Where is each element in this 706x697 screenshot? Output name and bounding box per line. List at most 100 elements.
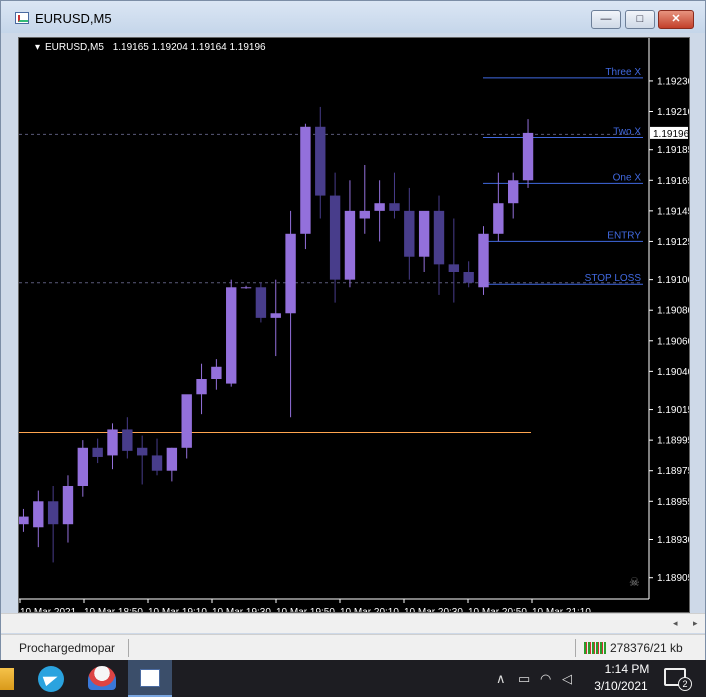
time-tick-label: 10 Mar 18:50: [84, 607, 143, 612]
chart-header: EURUSD,M5 1.19165 1.19204 1.19164 1.1919…: [45, 42, 266, 53]
candle-body: [329, 195, 341, 280]
status-profile: Prochargedmopar: [11, 639, 129, 657]
traffic-label: 278376/21 kb: [610, 641, 683, 655]
price-tick-label: 1.18995: [657, 436, 689, 447]
current-price-label: 1.19196: [653, 129, 689, 140]
file-explorer-icon[interactable]: [0, 668, 14, 690]
candle-body: [181, 394, 192, 448]
chart-header-prices: 1.19165 1.19204 1.19164 1.19196: [113, 42, 266, 53]
candle-body: [122, 429, 133, 451]
price-tick-label: 1.19230: [657, 76, 689, 87]
status-connection: 278376/21 kb: [575, 639, 697, 657]
candle-body: [196, 379, 207, 395]
candle-body: [92, 447, 103, 457]
candle: [166, 447, 178, 482]
candle: [33, 490, 44, 548]
candle: [507, 172, 519, 219]
candle-body: [240, 287, 252, 289]
grid-layer: [19, 133, 643, 433]
candle-body: [478, 233, 489, 288]
candle-body: [463, 272, 474, 283]
price-tick-label: 1.18975: [657, 466, 689, 477]
window-title: EURUSD,M5: [35, 11, 112, 26]
candle-body: [33, 501, 44, 528]
candles-layer: [18, 106, 534, 563]
notification-count: 2: [678, 677, 692, 691]
parachute-app-icon[interactable]: [88, 666, 116, 690]
candle-body: [359, 210, 370, 219]
price-tick-label: 1.19125: [657, 237, 689, 248]
time-tick-label: 10 Mar 2021: [20, 607, 77, 612]
candle: [359, 165, 370, 234]
horizontal-scrollbar[interactable]: ◂ ▸: [1, 613, 705, 633]
price-tick-label: 1.19015: [657, 405, 689, 416]
candle: [122, 417, 133, 459]
candle: [181, 394, 192, 459]
price-tick-label: 1.19100: [657, 275, 689, 286]
price-tick-label: 1.19060: [657, 336, 689, 347]
scroll-left-icon[interactable]: ◂: [673, 618, 678, 629]
candle-body: [315, 126, 326, 196]
candle-body: [107, 429, 118, 456]
candle: [211, 359, 222, 390]
candle-body: [77, 447, 89, 486]
candle-body: [255, 287, 267, 318]
system-tray: ∧ ▭ ◠ ◁ 1:14 PM 3/10/2021 2: [496, 660, 706, 697]
candle: [226, 279, 237, 387]
candle: [285, 210, 296, 418]
candle-body: [270, 313, 281, 318]
price-tick-label: 1.18955: [657, 497, 689, 508]
candle-body: [226, 287, 237, 384]
candle-body: [211, 366, 222, 379]
current-price-tag: 1.19196: [650, 126, 690, 140]
metatrader-icon[interactable]: [128, 660, 172, 697]
candle-body: [448, 264, 460, 272]
clock-time[interactable]: 1:14 PM: [597, 662, 657, 676]
maximize-button[interactable]: □: [625, 10, 655, 29]
level-label: Two X: [613, 126, 641, 137]
price-tick-label: 1.18930: [657, 535, 689, 546]
price-tick-label: 1.18905: [657, 573, 689, 584]
time-tick-label: 10 Mar 19:30: [212, 607, 271, 612]
candle: [255, 282, 267, 323]
candle: [389, 172, 400, 219]
candle: [136, 435, 148, 485]
candle: [433, 195, 445, 295]
candle: [18, 508, 29, 532]
candle-body: [522, 132, 534, 181]
candle: [240, 285, 252, 289]
candle-body: [433, 210, 445, 265]
taskbar: ∧ ▭ ◠ ◁ 1:14 PM 3/10/2021 2: [0, 660, 706, 697]
battery-icon[interactable]: ▭: [518, 671, 530, 687]
candle: [47, 486, 59, 563]
chart-dropdown-icon[interactable]: ▾: [35, 42, 40, 53]
candle-body: [62, 486, 74, 525]
telegram-icon[interactable]: [38, 666, 64, 692]
candle-body: [493, 203, 504, 234]
price-chart[interactable]: ▾ EURUSD,M5 1.19165 1.19204 1.19164 1.19…: [18, 37, 694, 618]
wifi-icon[interactable]: ◠: [540, 671, 551, 687]
candle: [270, 279, 281, 357]
scroll-right-icon[interactable]: ▸: [693, 618, 698, 629]
title-bar[interactable]: EURUSD,M5 — □ ✕: [1, 1, 705, 33]
trade-skull-icon: ☠: [629, 575, 640, 589]
time-tick-label: 10 Mar 20:10: [340, 607, 399, 612]
candle: [522, 119, 534, 188]
terminal-window: EURUSD,M5 — □ ✕ ▾ EURUSD,M5 1.19165 1.19…: [0, 0, 706, 660]
chart-canvas[interactable]: ▾ EURUSD,M5 1.19165 1.19204 1.19164 1.19…: [18, 38, 694, 618]
chevron-up-icon[interactable]: ∧: [496, 671, 506, 687]
candle-body: [418, 210, 430, 257]
clock-date[interactable]: 3/10/2021: [586, 679, 656, 693]
status-bar: Prochargedmopar 278376/21 kb: [1, 634, 705, 660]
candle: [107, 423, 118, 470]
minimize-button[interactable]: —: [591, 10, 621, 29]
candle-body: [300, 126, 311, 234]
metatrader-chart-icon: [15, 12, 29, 24]
candle-body: [374, 203, 385, 211]
candle: [151, 438, 163, 476]
candle-body: [151, 455, 163, 471]
candle-body: [136, 447, 148, 456]
close-button[interactable]: ✕: [658, 10, 694, 29]
volume-icon[interactable]: ◁: [562, 671, 572, 687]
time-tick-label: 10 Mar 19:10: [148, 607, 207, 612]
